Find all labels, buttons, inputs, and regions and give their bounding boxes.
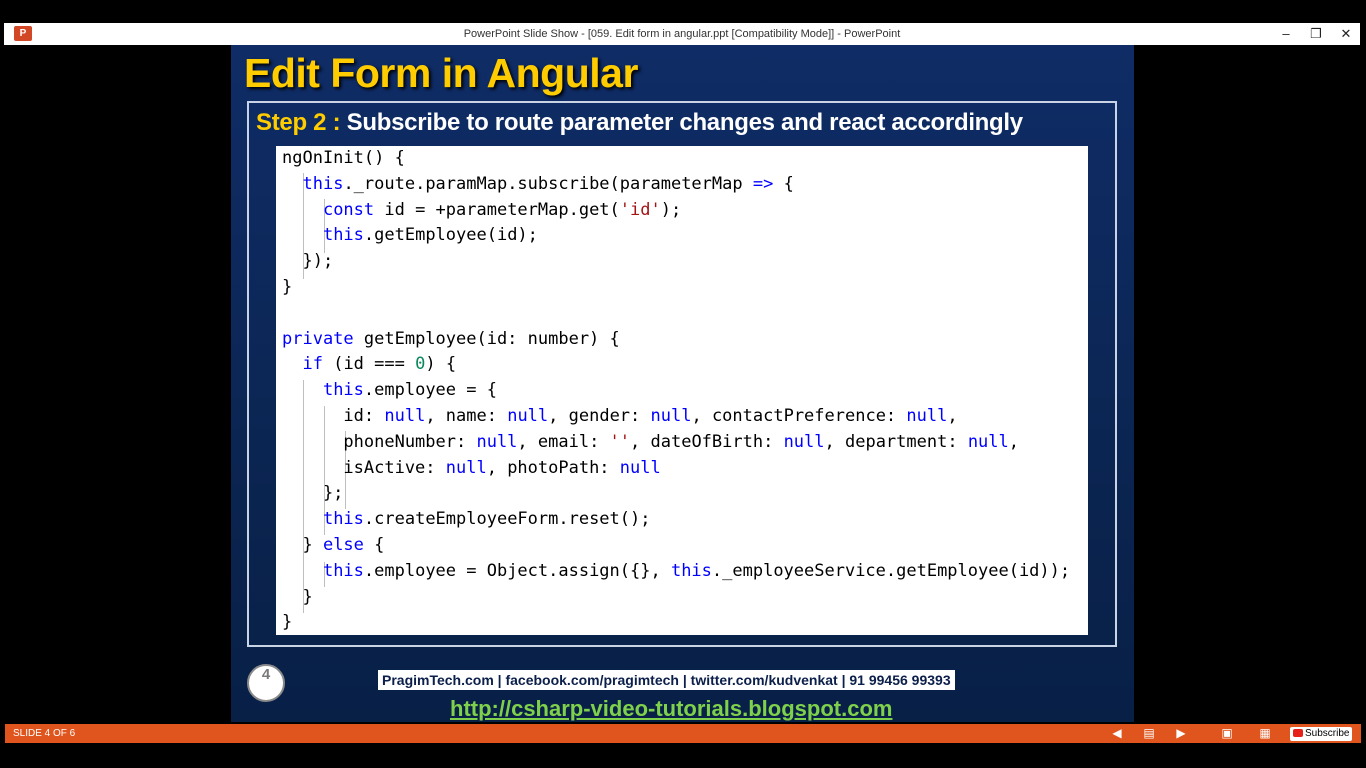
code-line: this.createEmployeeForm.reset();	[322, 509, 651, 530]
slide-sorter-icon[interactable]: ▤	[1141, 725, 1157, 741]
close-icon[interactable]: ✕	[1332, 23, 1360, 45]
code-line: this._route.paramMap.subscribe(parameter…	[302, 173, 794, 194]
code-line: };	[282, 483, 344, 504]
code-line: }	[282, 276, 293, 297]
code-line: const id = +parameterMap.get('id');	[322, 199, 682, 220]
step-label: Step 2 :	[256, 109, 341, 136]
slide-number-badge: 4	[247, 664, 285, 702]
slide-canvas[interactable]: Edit Form in Angular Step 2 : Subscribe …	[231, 45, 1134, 722]
step-description: Subscribe to route parameter changes and…	[346, 109, 1023, 136]
restore-icon[interactable]: ❐	[1302, 23, 1330, 45]
code-line: this.employee = Object.assign({}, this._…	[322, 560, 1071, 581]
subscribe-button[interactable]: Subscribe	[1290, 727, 1353, 741]
grid-view-icon[interactable]: ▦	[1257, 725, 1273, 741]
blog-link[interactable]: http://csharp-video-tutorials.blogspot.c…	[450, 696, 892, 722]
step-heading: Step 2 : Subscribe to route parameter ch…	[256, 109, 1023, 137]
slideshow-status-bar: SLIDE 4 OF 6 ◀ ▤ ▶ ▣ ▦ Subscribe	[5, 724, 1361, 743]
code-line: this.employee = {	[322, 380, 497, 401]
slide-title: Edit Form in Angular	[244, 50, 638, 96]
code-line: this.getEmployee(id);	[322, 225, 538, 246]
previous-icon[interactable]: ◀	[1109, 725, 1125, 741]
code-text: ngOnInit() { this._route.paramMap.subscr…	[282, 146, 1070, 636]
code-line: phoneNumber: null, email: '', dateOfBirt…	[282, 431, 1020, 452]
code-line: id: null, name: null, gender: null, cont…	[282, 405, 958, 426]
code-line: isActive: null, photoPath: null	[282, 457, 661, 478]
next-icon[interactable]: ▶	[1173, 725, 1189, 741]
normal-view-icon[interactable]: ▣	[1219, 725, 1235, 741]
code-line: });	[282, 251, 334, 272]
slide-counter: SLIDE 4 OF 6	[13, 728, 76, 739]
code-line: ngOnInit() {	[282, 148, 405, 168]
code-line: }	[282, 612, 293, 633]
youtube-icon	[1293, 729, 1303, 737]
code-block: ngOnInit() { this._route.paramMap.subscr…	[276, 146, 1088, 635]
minimize-icon[interactable]: –	[1272, 23, 1300, 45]
code-line: private getEmployee(id: number) {	[282, 328, 620, 349]
code-line: } else {	[282, 534, 385, 555]
window-title: PowerPoint Slide Show - [059. Edit form …	[463, 28, 901, 40]
code-line: if (id === 0) {	[302, 354, 457, 375]
code-line: }	[282, 586, 313, 607]
contact-info: PragimTech.com | facebook.com/pragimtech…	[378, 670, 955, 690]
window-title-bar: P PowerPoint Slide Show - [059. Edit for…	[4, 23, 1360, 45]
